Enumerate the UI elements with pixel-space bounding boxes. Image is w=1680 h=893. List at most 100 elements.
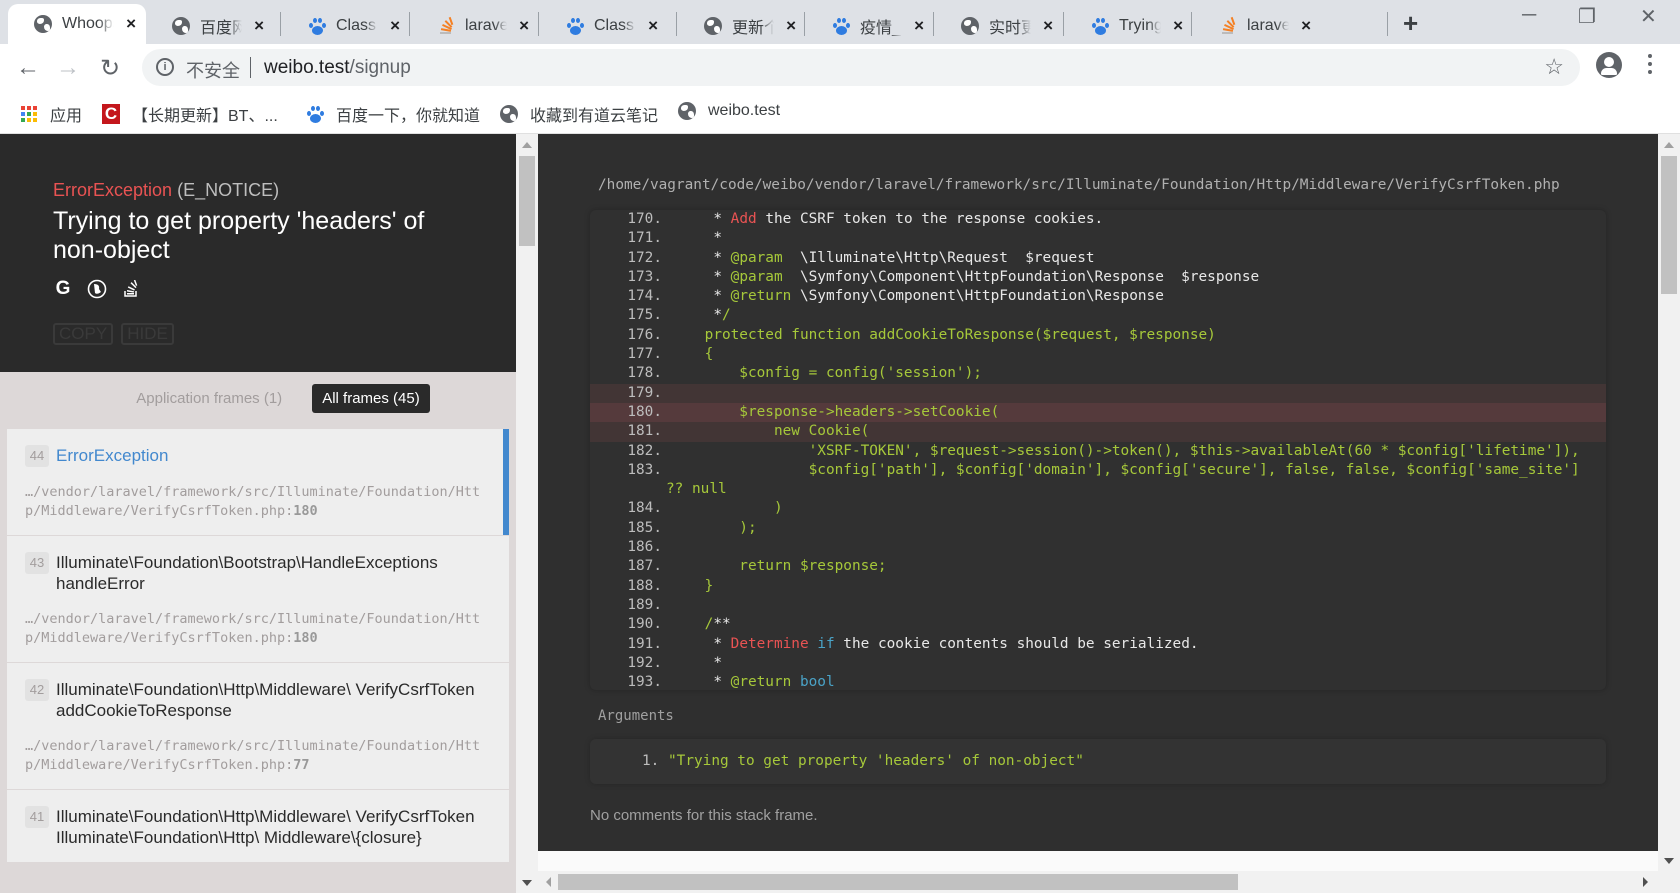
- line-number: 177.: [627, 346, 662, 363]
- code-line: 191. * Determine if the cookie contents …: [590, 635, 1606, 654]
- browser-tab[interactable]: laravel ×: [1193, 8, 1321, 44]
- browser-tab[interactable]: Trying ×: [1065, 8, 1193, 44]
- forward-button[interactable]: →: [56, 54, 80, 82]
- frame-line-number: 77: [293, 757, 310, 773]
- duckduckgo-search-icon[interactable]: [87, 279, 107, 299]
- tab-close-icon[interactable]: ×: [519, 16, 529, 36]
- tab-favicon: [172, 17, 190, 35]
- bookmark-item[interactable]: C 【长期更新】BT、...: [102, 102, 278, 126]
- line-content: * @return bool: [670, 674, 835, 690]
- line-content: protected function addCookieToResponse($…: [670, 326, 1216, 343]
- scrollbar-thumb[interactable]: [519, 156, 535, 246]
- bookmark-label: 百度一下，你就知道: [336, 108, 481, 125]
- stack-frame[interactable]: 43 Illuminate\Foundation\Bootstrap\Handle…: [7, 536, 509, 663]
- arguments-block: 1. "Trying to get property 'headers' of …: [590, 739, 1606, 784]
- scroll-up-arrow-icon[interactable]: [522, 142, 532, 148]
- scrollbar-thumb[interactable]: [1661, 156, 1677, 294]
- tab-close-icon[interactable]: ×: [1173, 16, 1183, 36]
- address-bar[interactable]: i 不安全 weibo.test/signup ☆: [142, 49, 1580, 86]
- browser-tab[interactable]: 实时更新 ×: [935, 8, 1063, 44]
- arguments-label: Arguments: [598, 708, 674, 724]
- frame-index: 43: [25, 552, 49, 574]
- bookmark-item[interactable]: 百度一下，你就知道: [306, 102, 480, 126]
- stack-panel-scrollbar[interactable]: [516, 134, 538, 893]
- line-number: 176.: [627, 326, 662, 343]
- scroll-up-arrow-icon[interactable]: [1664, 142, 1674, 148]
- window-restore-button[interactable]: ❐: [1578, 4, 1596, 29]
- page-vertical-scrollbar[interactable]: [1658, 134, 1680, 871]
- filter-all-frames[interactable]: All frames (45): [312, 383, 430, 413]
- frame-heading: 41 Illuminate\Foundation\Http\Middleware\…: [25, 806, 509, 848]
- stack-frame[interactable]: 44 ErrorException …/vendor/laravel/framewo…: [7, 429, 509, 536]
- line-content: * @param \Illuminate\Http\Request $reque…: [670, 249, 1095, 266]
- tab-close-icon[interactable]: ×: [1043, 16, 1053, 36]
- browser-tab[interactable]: 百度网盘 ×: [146, 8, 274, 44]
- hide-button[interactable]: HIDE: [121, 323, 174, 345]
- line-content: ): [670, 500, 783, 517]
- stack-frame[interactable]: 42 Illuminate\Foundation\Http\Middleware\…: [7, 663, 509, 790]
- bookmarks-bar: 应用 C 【长期更新】BT、... 百度一下，你就知道 收藏到有道云笔记 weibo.te…: [0, 92, 1680, 134]
- exception-message: Trying to get property 'headers' of non-…: [53, 207, 425, 264]
- url-text[interactable]: weibo.test/signup: [264, 57, 411, 79]
- code-line: 187. return $response;: [590, 557, 1606, 576]
- line-content: 'XSRF-TOKEN', $request->session()->token…: [670, 442, 1580, 459]
- info-icon[interactable]: i: [156, 58, 174, 76]
- new-tab-button[interactable]: +: [1403, 8, 1418, 39]
- tab-close-icon[interactable]: ×: [390, 16, 400, 36]
- tab-close-icon[interactable]: ×: [914, 16, 924, 36]
- tab-close-icon[interactable]: ×: [648, 16, 658, 36]
- tab-title: Class 'A: [336, 17, 378, 34]
- frame-file-path: …/vendor/laravel/framework/src/Illuminat…: [25, 484, 481, 519]
- line-number: 188.: [627, 577, 662, 594]
- frame-index: 44: [25, 445, 49, 467]
- code-line: 173. * @param \Symfony\Component\HttpFou…: [590, 268, 1606, 287]
- bookmark-item[interactable]: 收藏到有道云笔记: [500, 102, 658, 126]
- scrollbar-thumb[interactable]: [558, 874, 1238, 890]
- back-button[interactable]: ←: [16, 54, 40, 82]
- tab-close-icon[interactable]: ×: [786, 16, 796, 36]
- browser-tab[interactable]: laravel ×: [411, 8, 539, 44]
- scroll-down-arrow-icon[interactable]: [522, 880, 532, 886]
- browser-tab[interactable]: Class 'A ×: [540, 8, 668, 44]
- reload-button[interactable]: ↻: [100, 54, 120, 83]
- stack-frame[interactable]: 41 Illuminate\Foundation\Http\Middleware\…: [7, 790, 509, 863]
- frame-file-path[interactable]: /home/vagrant/code/weibo/vendor/laravel/…: [598, 177, 1560, 193]
- window-close-button[interactable]: ✕: [1640, 4, 1657, 29]
- browser-tab[interactable]: Whoops! There was an error. ×: [8, 4, 146, 44]
- tab-close-icon[interactable]: ×: [1301, 16, 1311, 36]
- browser-tab[interactable]: 更新个人 ×: [678, 8, 806, 44]
- frame-heading: 44 ErrorException: [25, 445, 509, 467]
- scroll-down-arrow-icon[interactable]: [1664, 858, 1674, 864]
- line-content: $config['path'], $config['domain'], $con…: [670, 461, 1580, 478]
- omnibox-divider: [250, 57, 251, 78]
- scroll-left-arrow-icon[interactable]: [546, 877, 551, 887]
- browser-tab[interactable]: Class 'A ×: [282, 8, 410, 44]
- filter-application-frames[interactable]: Application frames (1): [126, 384, 292, 413]
- tab-close-icon[interactable]: ×: [126, 14, 136, 34]
- profile-avatar-icon[interactable]: [1596, 52, 1622, 78]
- code-line: 175. */: [590, 306, 1606, 325]
- stackoverflow-search-icon[interactable]: [121, 279, 141, 299]
- line-number: 186.: [627, 539, 662, 556]
- stackoverflow-icon: [1220, 16, 1236, 35]
- tab-close-icon[interactable]: ×: [254, 16, 264, 36]
- menu-kebab-icon[interactable]: [1648, 54, 1652, 78]
- line-number: 189.: [627, 596, 662, 613]
- browser-tab[interactable]: 疫情_百 ×: [806, 8, 934, 44]
- c-logo-icon: C: [102, 104, 120, 124]
- google-search-icon[interactable]: G: [53, 278, 73, 299]
- code-line: 186.: [590, 538, 1606, 557]
- scroll-right-arrow-icon[interactable]: [1643, 877, 1648, 887]
- copy-button[interactable]: COPY: [53, 323, 114, 345]
- bookmark-item[interactable]: weibo.test: [678, 102, 780, 120]
- tab-title: 实时更新: [989, 20, 1032, 37]
- code-line: ?? null: [590, 480, 1606, 499]
- bookmark-star-icon[interactable]: ☆: [1544, 54, 1564, 80]
- window-minimize-button[interactable]: ─: [1522, 4, 1536, 27]
- tab-strip: Whoops! There was an error.×百度网盘× Class '…: [0, 0, 1680, 44]
- page-horizontal-scrollbar[interactable]: [538, 871, 1680, 893]
- frames-filter: Application frames (1) All frames (45): [0, 372, 516, 424]
- security-label[interactable]: 不安全: [186, 57, 240, 83]
- bookmark-item[interactable]: 应用: [20, 102, 82, 126]
- globe-icon: [34, 15, 52, 33]
